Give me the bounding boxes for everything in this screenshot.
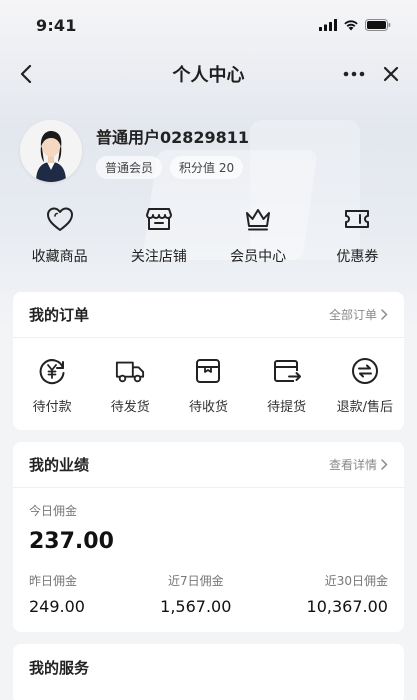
performance-card-header: 我的业绩 查看详情 xyxy=(13,442,404,488)
week-commission: 近7日佣金 1,567.00 xyxy=(160,572,231,616)
performance-title: 我的业绩 xyxy=(29,456,90,474)
services-title: 我的服务 xyxy=(29,658,90,677)
box-icon xyxy=(193,356,223,386)
yesterday-commission-value: 249.00 xyxy=(29,597,85,616)
more-button[interactable] xyxy=(341,62,367,86)
order-status-label: 待收货 xyxy=(188,400,228,415)
order-status-pending-pickup[interactable]: 待提货 xyxy=(250,356,324,415)
page-title: 个人中心 xyxy=(172,65,245,86)
chevron-right-icon xyxy=(381,459,388,470)
quick-links: 收藏商品 关注店铺 会员中心 优惠券 xyxy=(0,204,417,270)
status-icons xyxy=(319,19,391,31)
order-status-pending-shipment[interactable]: 待发货 xyxy=(93,356,167,415)
refund-icon xyxy=(350,356,380,386)
chevron-left-icon xyxy=(20,65,32,83)
profile-section: 普通用户02829811 普通会员 积分值 20 xyxy=(20,120,249,182)
profile-info: 普通用户02829811 普通会员 积分值 20 xyxy=(96,124,249,179)
order-status-label: 待发货 xyxy=(110,400,150,415)
all-orders-link-label: 全部订单 xyxy=(328,308,377,322)
today-commission-value: 237.00 xyxy=(29,529,114,554)
avatar-portrait xyxy=(20,120,82,182)
coupon-icon xyxy=(342,204,372,234)
performance-detail-link[interactable]: 查看详情 xyxy=(329,456,388,473)
order-status-label: 待提货 xyxy=(267,400,307,415)
chevron-right-icon xyxy=(381,309,388,320)
quick-link-favorites[interactable]: 收藏商品 xyxy=(15,204,105,270)
close-button[interactable] xyxy=(379,62,403,86)
nav-bar: 个人中心 xyxy=(0,50,417,98)
yesterday-commission: 昨日佣金 249.00 xyxy=(29,572,85,616)
all-orders-link[interactable]: 全部订单 xyxy=(329,306,388,323)
quick-link-followed-stores[interactable]: 关注店铺 xyxy=(114,204,204,270)
order-status-refund[interactable]: 退款/售后 xyxy=(328,356,402,415)
close-icon xyxy=(383,66,399,82)
status-time: 9:41 xyxy=(36,15,77,35)
store-icon xyxy=(144,204,174,234)
battery-icon xyxy=(365,19,391,31)
username: 普通用户02829811 xyxy=(96,127,250,147)
orders-card-header: 我的订单 全部订单 xyxy=(13,292,404,338)
orders-card: 我的订单 全部订单 待付款 待发货 待收货 待提货 退款/售后 xyxy=(13,292,404,430)
profile-tags: 普通会员 积分值 20 xyxy=(96,155,249,179)
quick-link-member-center[interactable]: 会员中心 xyxy=(213,204,303,270)
order-status-pending-payment[interactable]: 待付款 xyxy=(15,356,89,415)
quick-link-label: 优惠券 xyxy=(336,249,379,265)
week-commission-value: 1,567.00 xyxy=(160,597,232,616)
heart-icon xyxy=(45,204,75,234)
more-dots-icon xyxy=(343,71,365,77)
quick-link-label: 会员中心 xyxy=(230,249,287,265)
member-level-badge[interactable]: 普通会员 xyxy=(96,155,163,179)
wifi-icon xyxy=(344,20,358,31)
yesterday-commission-label: 昨日佣金 xyxy=(29,574,78,588)
month-commission-label: 近30日佣金 xyxy=(324,574,388,588)
performance-detail-link-label: 查看详情 xyxy=(328,458,377,472)
yen-icon xyxy=(37,356,67,386)
quick-link-label: 关注店铺 xyxy=(130,249,187,265)
signal-icon xyxy=(319,19,337,31)
quick-link-coupons[interactable]: 优惠券 xyxy=(312,204,402,270)
month-commission: 近30日佣金 10,367.00 xyxy=(307,572,388,616)
order-status-label: 退款/售后 xyxy=(336,400,394,415)
orders-row: 待付款 待发货 待收货 待提货 退款/售后 xyxy=(13,338,404,415)
truck-icon xyxy=(115,356,145,386)
order-status-label: 待付款 xyxy=(32,400,72,415)
status-bar: 9:41 xyxy=(0,0,417,50)
order-status-pending-receipt[interactable]: 待收货 xyxy=(171,356,245,415)
today-commission-label: 今日佣金 xyxy=(29,504,78,518)
performance-body: 今日佣金 237.00 昨日佣金 249.00 近7日佣金 1,567.00 近… xyxy=(13,488,404,616)
avatar[interactable] xyxy=(20,120,82,182)
back-button[interactable] xyxy=(14,62,38,86)
commission-stats: 昨日佣金 249.00 近7日佣金 1,567.00 近30日佣金 10,367… xyxy=(29,572,388,616)
quick-link-label: 收藏商品 xyxy=(31,249,88,265)
orders-title: 我的订单 xyxy=(29,306,90,324)
week-commission-label: 近7日佣金 xyxy=(167,574,224,588)
pickup-icon xyxy=(272,356,302,386)
services-card: 我的服务 xyxy=(13,644,404,700)
performance-card: 我的业绩 查看详情 今日佣金 237.00 昨日佣金 249.00 近7日佣金 … xyxy=(13,442,404,632)
points-badge[interactable]: 积分值 20 xyxy=(170,155,244,179)
services-card-header: 我的服务 xyxy=(13,644,404,690)
month-commission-value: 10,367.00 xyxy=(306,597,388,616)
crown-icon xyxy=(243,204,273,234)
